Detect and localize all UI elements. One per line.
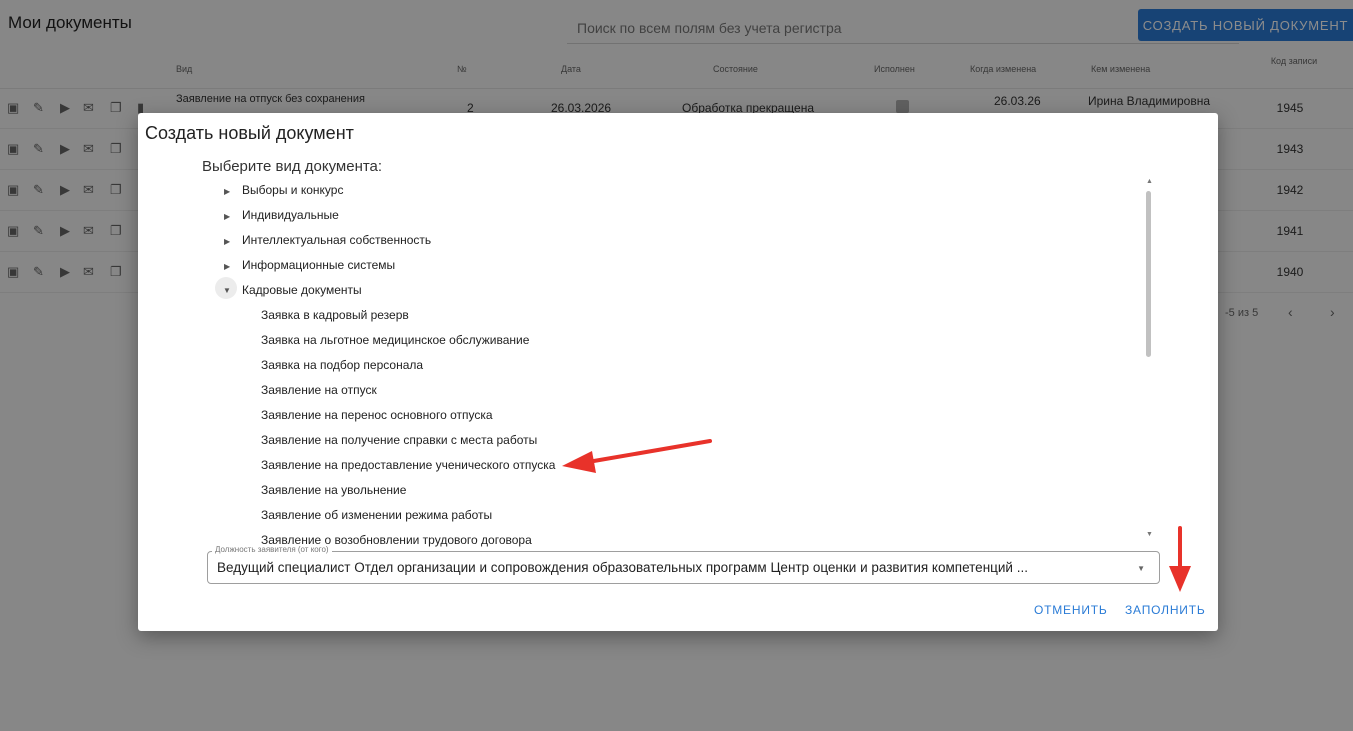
arrow-icon (1169, 526, 1191, 592)
arrow-icon (562, 439, 712, 473)
annotation-arrows (562, 439, 1191, 592)
